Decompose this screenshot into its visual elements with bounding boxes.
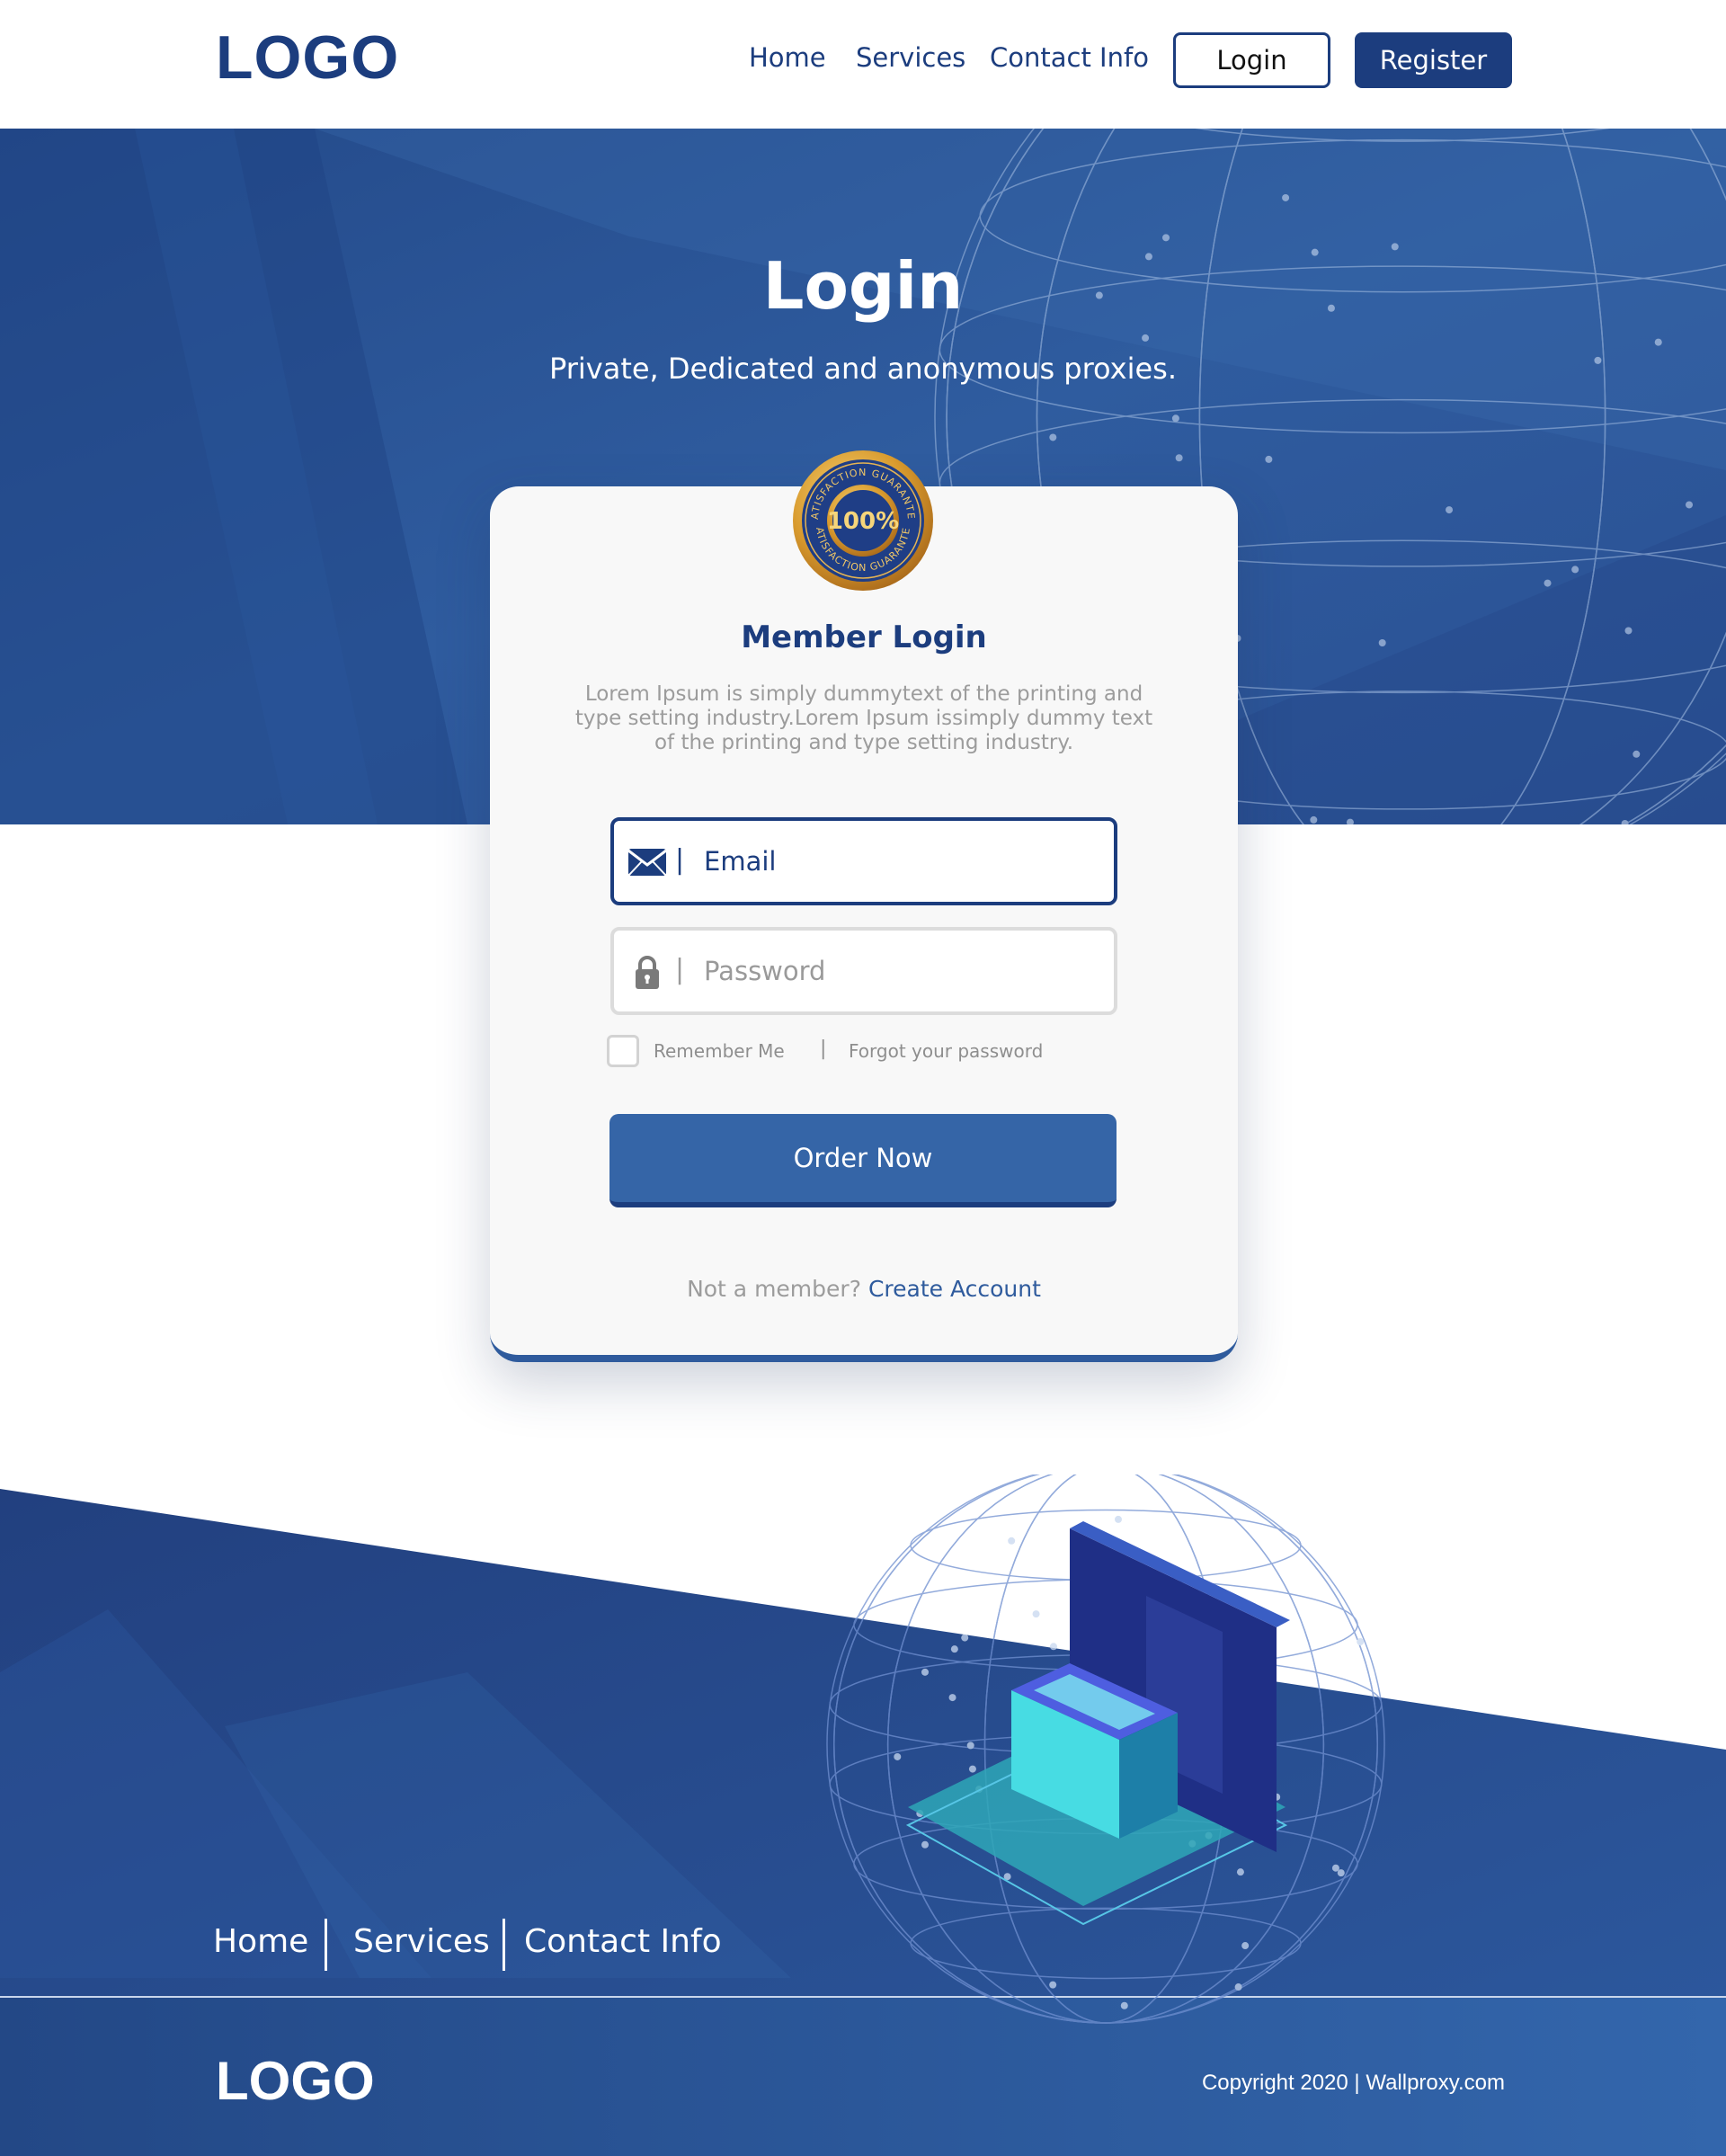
card-title: Member Login (741, 619, 987, 655)
facebook-icon[interactable] (1316, 1474, 1352, 1514)
card-description: Lorem Ipsum is simply dummytext of the p… (574, 682, 1153, 754)
register-button[interactable]: Register (1355, 32, 1512, 88)
remember-me-checkbox[interactable] (607, 1035, 639, 1067)
envelope-icon (627, 849, 667, 877)
badge-percent: 100% (827, 508, 899, 535)
nav-link-contact-info[interactable]: Contact Info (990, 40, 1149, 76)
nav-link-home[interactable]: Home (749, 40, 826, 76)
header-logo[interactable]: LOGO (216, 22, 399, 94)
remember-me-label[interactable]: Remember Me (654, 1038, 785, 1064)
options-separator: | (820, 1038, 827, 1060)
password-field[interactable]: | (610, 927, 1117, 1015)
top-header: LOGO Home Services Contact Info Login Re… (0, 0, 1726, 129)
footer-nav-divider (325, 1919, 327, 1971)
footer-link-home[interactable]: Home (213, 1920, 308, 1964)
twitter-icon[interactable] (1426, 1474, 1462, 1514)
lock-icon (636, 956, 659, 989)
email-input[interactable] (704, 833, 1099, 889)
email-field-separator: | (675, 844, 685, 876)
page-title: Login (762, 248, 964, 324)
linkedin-icon[interactable] (1370, 1474, 1406, 1514)
password-field-separator: | (675, 954, 685, 985)
login-button[interactable]: Login (1173, 32, 1330, 88)
password-input[interactable] (704, 943, 1099, 999)
email-field[interactable]: | (610, 817, 1117, 905)
footer-link-services[interactable]: Services (353, 1920, 490, 1964)
satisfaction-guarantee-badge: SATISFACTION GUARANTEE SATISFACTION GUAR… (791, 449, 933, 591)
nav-link-services[interactable]: Services (856, 40, 965, 76)
instagram-icon[interactable] (1481, 1474, 1517, 1514)
footer-logo[interactable]: LOGO (216, 2050, 375, 2113)
not-member-text: Not a member? (687, 1276, 861, 1302)
forgot-password-link[interactable]: Forgot your password (849, 1038, 1043, 1064)
copyright-text: Copyright 2020 | Wallproxy.com (1201, 2071, 1505, 2095)
footer-link-contact-info[interactable]: Contact Info (524, 1920, 722, 1964)
signup-prompt: Not a member? Create Account (490, 1274, 1238, 1305)
page-subtitle: Private, Dedicated and anonymous proxies… (548, 352, 1177, 386)
site-footer: Home Services Contact Info LOGO Copyrigh… (0, 1474, 1726, 2156)
order-now-button[interactable]: Order Now (609, 1114, 1117, 1207)
create-account-link[interactable]: Create Account (868, 1276, 1041, 1302)
member-login-card: Member Login Lorem Ipsum is simply dummy… (490, 486, 1238, 1362)
footer-nav-divider (503, 1919, 505, 1971)
